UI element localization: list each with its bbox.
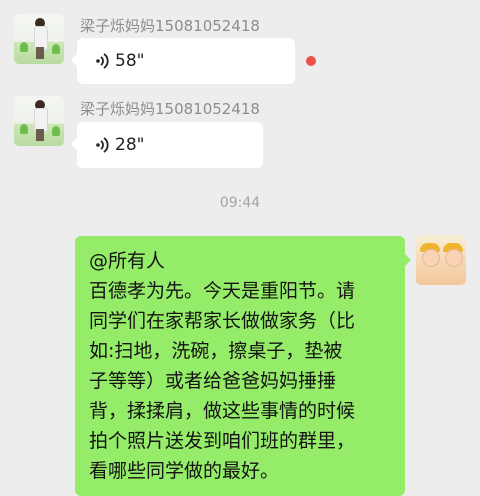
sender-name: 梁子烁妈妈15081052418 — [80, 100, 260, 118]
sender-name: 梁子烁妈妈15081052418 — [80, 17, 260, 35]
unread-dot — [306, 56, 316, 66]
message-timestamp: 09:44 — [219, 195, 261, 211]
message-line: 背，揉揉肩，做这些事情的时候 — [89, 400, 356, 422]
message-line: 百德孝为先。今天是重阳节。请 — [89, 280, 356, 302]
voice-wave-icon — [96, 53, 109, 69]
self-text-message-bubble[interactable]: @所有人 百德孝为先。今天是重阳节。请 同学们在家帮家长做做家务（比 如:扫地，… — [75, 236, 411, 496]
voice-duration: 28" — [115, 135, 145, 155]
avatar-legs — [36, 129, 44, 141]
message-line: 拍个照片送发到咱们班的群里， — [89, 430, 356, 452]
voice-message-bubble[interactable]: 58" — [71, 38, 295, 84]
avatar-face — [422, 249, 440, 267]
message-line: @所有人 — [89, 250, 166, 272]
avatar-face — [445, 249, 463, 267]
avatar-plant — [52, 44, 60, 54]
message-line: 同学们在家帮家长做做家务（比 — [89, 310, 356, 332]
voice-duration: 58" — [115, 51, 145, 71]
sender-avatar[interactable] — [14, 14, 64, 64]
message-line: 看哪些同学做的最好。 — [89, 460, 280, 482]
voice-message-bubble[interactable]: 28" — [71, 122, 263, 168]
voice-wave-icon — [96, 137, 109, 153]
avatar-plant — [20, 42, 28, 52]
self-avatar[interactable] — [416, 235, 466, 285]
message-line: 如:扫地，洗碗，擦桌子，垫被 — [89, 340, 343, 362]
sender-avatar[interactable] — [14, 96, 64, 146]
avatar-legs — [36, 47, 44, 59]
avatar-plant — [52, 126, 60, 136]
avatar-plant — [20, 124, 28, 134]
message-line: 子等等）或者给爸爸妈妈捶捶 — [89, 370, 337, 392]
